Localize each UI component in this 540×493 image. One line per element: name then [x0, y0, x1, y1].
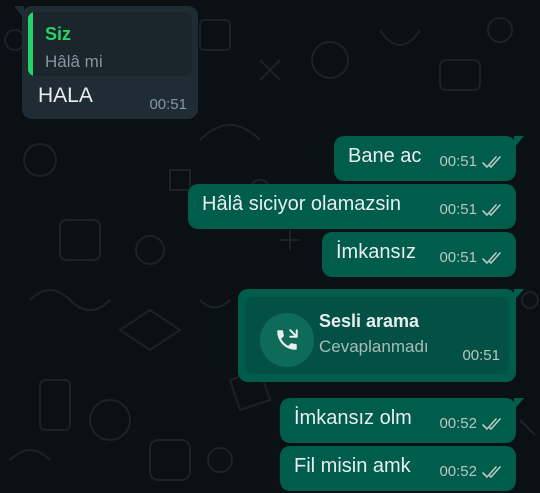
- quoted-message[interactable]: Siz Hâlâ mi: [28, 12, 192, 76]
- outgoing-message-bubble[interactable]: İmkansız olm 00:52: [280, 398, 524, 443]
- outgoing-message-bubble[interactable]: Hâlâ siciyor olamazsin 00:51: [188, 184, 516, 229]
- missed-call-icon: [277, 329, 298, 350]
- call-card[interactable]: Sesli arama Cevaplanmadı 00:51: [245, 297, 509, 374]
- double-check-icon: [482, 417, 501, 430]
- message-time: 00:51: [439, 249, 477, 266]
- message-text: Bane ac: [348, 145, 422, 167]
- message-meta: 00:51: [439, 153, 504, 170]
- message-meta: 00:52: [439, 415, 504, 432]
- message-meta: 00:52: [439, 463, 504, 480]
- chat-area[interactable]: Siz Hâlâ mi HALA 00:51 Bane ac 00:51 Hâl…: [0, 0, 540, 493]
- message-time: 00:51: [149, 96, 187, 113]
- bubble-tail: [14, 6, 24, 18]
- message-text: İmkansız olm: [294, 407, 412, 429]
- double-check-icon: [482, 203, 501, 216]
- outgoing-message-bubble[interactable]: Fil misin amk 00:52: [280, 446, 516, 491]
- double-check-icon: [482, 465, 501, 478]
- call-status: Cevaplanmadı: [319, 337, 429, 356]
- incoming-message-bubble[interactable]: Siz Hâlâ mi HALA 00:51: [14, 6, 198, 119]
- message-text: Hâlâ siciyor olamazsin: [202, 193, 401, 215]
- quote-text: Hâlâ mi: [45, 52, 103, 71]
- message-meta: 00:51: [439, 249, 504, 266]
- quote-accent-bar: [28, 12, 33, 76]
- outgoing-message-bubble[interactable]: Bane ac 00:51: [334, 136, 524, 181]
- message-time: 00:52: [439, 415, 477, 432]
- call-icon-circle: [260, 313, 314, 367]
- message-time: 00:51: [462, 347, 500, 364]
- quote-author: Siz: [45, 24, 72, 44]
- voice-call-bubble[interactable]: Sesli arama Cevaplanmadı 00:51: [238, 289, 524, 382]
- call-title: Sesli arama: [319, 311, 420, 331]
- double-check-icon: [482, 251, 501, 264]
- message-time: 00:51: [439, 153, 477, 170]
- bubble-tail: [514, 136, 524, 148]
- message-text: Fil misin amk: [294, 455, 411, 477]
- message-meta: 00:51: [439, 201, 504, 218]
- outgoing-message-bubble[interactable]: İmkansız 00:51: [322, 232, 516, 277]
- message-time: 00:51: [439, 201, 477, 218]
- bubble-tail: [514, 289, 524, 301]
- bubble-tail: [514, 398, 524, 410]
- message-text: HALA: [38, 84, 93, 107]
- double-check-icon: [482, 155, 501, 168]
- message-time: 00:52: [439, 463, 477, 480]
- message-text: İmkansız: [336, 241, 417, 263]
